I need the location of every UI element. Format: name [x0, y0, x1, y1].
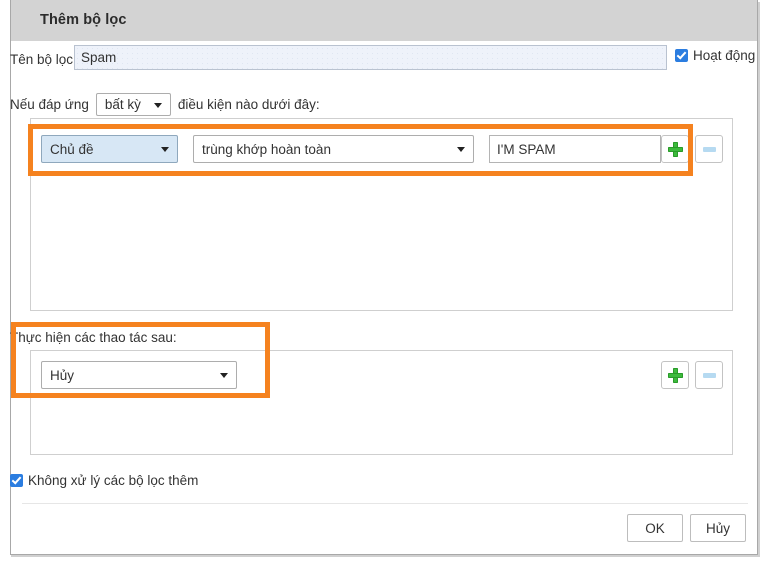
remove-condition-button[interactable] [695, 135, 723, 163]
condition-operator-dropdown[interactable]: trùng khớp hoàn toàn [193, 135, 474, 163]
action-type-value: Hủy [50, 367, 75, 383]
no-further-filters-checkbox[interactable]: Không xử lý các bộ lọc thêm [10, 473, 198, 488]
checkbox-check-icon[interactable] [675, 49, 688, 62]
condition-field-dropdown[interactable]: Chủ đề [41, 135, 178, 163]
add-filter-dialog: Thêm bộ lọc Tên bộ lọc: Hoạt động Nếu đá… [0, 0, 769, 563]
window-shadow-bottom [11, 555, 759, 557]
no-further-filters-label: Không xử lý các bộ lọc thêm [28, 473, 199, 488]
condition-field-value: Chủ đề [50, 141, 94, 157]
match-suffix-label: điều kiện nào dưới đây: [177, 97, 320, 112]
filter-name-label: Tên bộ lọc: [10, 52, 77, 67]
footer-divider [22, 503, 748, 504]
plus-icon [667, 141, 683, 157]
dialog-title: Thêm bộ lọc [40, 12, 127, 28]
plus-icon [667, 367, 683, 383]
filter-name-input[interactable] [74, 45, 667, 70]
actions-section-label: Thực hiện các thao tác sau: [10, 330, 177, 345]
ok-button[interactable]: OK [627, 514, 683, 542]
cancel-button[interactable]: Hủy [690, 514, 746, 542]
condition-operator-value: trùng khớp hoàn toàn [202, 141, 331, 157]
chevron-down-icon [153, 102, 162, 108]
active-checkbox[interactable]: Hoạt động [675, 48, 755, 63]
minus-icon [702, 372, 716, 378]
remove-action-button[interactable] [695, 361, 723, 389]
checkbox-check-icon[interactable] [10, 474, 23, 487]
chevron-down-icon [457, 147, 465, 152]
condition-value-input[interactable] [489, 135, 661, 163]
dialog-titlebar: Thêm bộ lọc [11, 0, 757, 41]
window-shadow-right [758, 2, 760, 557]
match-prefix-label: Nếu đáp ứng [10, 97, 89, 112]
minus-icon [702, 146, 716, 152]
chevron-down-icon [220, 373, 228, 378]
action-row: Hủy [41, 361, 725, 389]
chevron-down-icon [161, 147, 169, 152]
action-type-dropdown[interactable]: Hủy [41, 361, 237, 389]
match-condition-row: Nếu đáp ứng bất kỳ điều kiện nào dưới đâ… [10, 93, 320, 116]
match-mode-value: bất kỳ [104, 97, 141, 112]
match-mode-dropdown[interactable]: bất kỳ [95, 93, 171, 116]
add-condition-button[interactable] [661, 135, 689, 163]
active-checkbox-label: Hoạt động [693, 48, 756, 63]
add-action-button[interactable] [661, 361, 689, 389]
condition-row: Chủ đề trùng khớp hoàn toàn [41, 135, 725, 163]
